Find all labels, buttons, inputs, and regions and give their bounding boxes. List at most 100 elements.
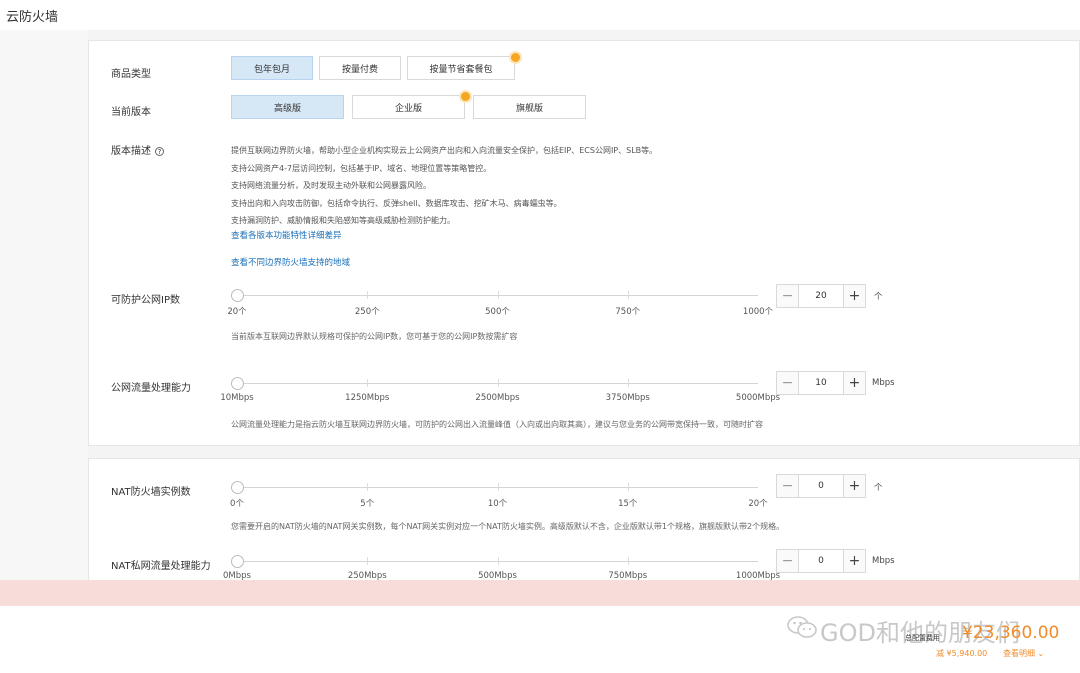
stepper-value[interactable]: 0 — [799, 475, 843, 497]
description-line: 提供互联网边界防火墙，帮助小型企业机构实现云上公网资产出向和入向流量安全保护，包… — [231, 146, 658, 155]
slider-tick-label: 10Mbps — [220, 393, 254, 403]
link-feature-comparison[interactable]: 查看各版本功能特性详细差异 — [231, 229, 342, 241]
description-line: 支持漏洞防护、威胁情报和失陷感知等高级威胁检测防护能力。 — [231, 216, 455, 226]
slider-tick — [627, 557, 629, 565]
slider-tick — [497, 483, 499, 491]
wechat-icon — [787, 616, 817, 638]
public-bandwidth-label: 公网流量处理能力 — [111, 383, 191, 394]
unit-label: 个 — [874, 292, 883, 302]
promo-badge-icon — [509, 51, 522, 64]
slider-tick-label: 750个 — [615, 307, 641, 317]
public-ip-label: 可防护公网IP数 — [111, 295, 180, 306]
discount-amount: 减 ¥5,940.00 — [936, 649, 988, 658]
increment-button[interactable]: + — [843, 475, 865, 497]
slider-tick — [367, 379, 369, 387]
decrement-button[interactable]: − — [777, 475, 799, 497]
nat-instances-label: NAT防火墙实例数 — [111, 487, 191, 498]
decrement-button[interactable]: − — [777, 372, 799, 394]
config-card-basic: 商品类型 包年包月 按量付费 按量节省套餐包 当前版本 高级版 企业版 旗舰版 … — [88, 40, 1080, 446]
total-price-label: 总配置费用 — [905, 634, 940, 642]
option-label: 企业版 — [394, 103, 422, 114]
slider-handle[interactable] — [231, 555, 244, 568]
total-price: ¥23,360.00 — [962, 623, 1060, 643]
public-bandwidth-stepper[interactable]: − 10 + — [776, 371, 866, 395]
unit-label: Mbps — [872, 556, 895, 566]
public-bandwidth-note: 公网流量处理能力是指云防火墙互联网边界防火墙，可防护的公网出入流量峰值（入向或出… — [231, 420, 763, 429]
slider-tick-label: 0个 — [230, 499, 244, 509]
option-label: 按量付费 — [341, 64, 378, 75]
edition-description: 提供互联网边界防火墙，帮助小型企业机构实现云上公网资产出向和入向流量安全保护，包… — [231, 142, 931, 230]
slider-tick — [497, 291, 499, 299]
description-line: 支持出向和入向攻击防御，包括命令执行、反弹shell、数据库攻击、挖矿木马、病毒… — [231, 198, 562, 208]
public-bandwidth-slider[interactable]: 10Mbps 1250Mbps 2500Mbps 3750Mbps 5000Mbps — [220, 377, 780, 417]
option-enterprise-edition[interactable]: 企业版 — [352, 90, 472, 119]
stepper-value[interactable]: 0 — [799, 550, 843, 572]
slider-tick-label: 15个 — [618, 499, 638, 509]
slider-handle[interactable] — [231, 377, 244, 390]
slider-tick — [627, 291, 629, 299]
slider-tick — [367, 557, 369, 565]
edition-label: 当前版本 — [111, 107, 151, 118]
unit-label: 个 — [874, 483, 883, 493]
stepper-value[interactable]: 10 — [799, 372, 843, 394]
slider-tick-label: 1250Mbps — [345, 393, 390, 403]
option-label: 按量节省套餐包 — [429, 64, 493, 75]
nat-instances-slider[interactable]: 0个 5个 10个 15个 20个 — [230, 481, 768, 521]
slider-handle[interactable] — [231, 289, 244, 302]
option-pay-as-you-go[interactable]: 按量付费 — [319, 56, 401, 80]
view-details-link[interactable]: 查看明细 ⌄ — [1003, 648, 1044, 659]
slider-handle[interactable] — [231, 481, 244, 494]
slider-tick — [367, 483, 369, 491]
option-subscription[interactable]: 包年包月 — [231, 56, 313, 80]
slider-tick-label: 5个 — [360, 499, 375, 509]
decrement-button[interactable]: − — [777, 285, 799, 307]
slider-tick — [497, 557, 499, 565]
option-label: 高级版 — [273, 103, 301, 114]
slider-tick-label: 10个 — [487, 499, 508, 509]
slider-tick-label: 20个 — [227, 307, 247, 317]
slider-tick-label: 2500Mbps — [475, 393, 520, 403]
slider-tick-label: 3750Mbps — [605, 393, 650, 403]
slider-tick — [367, 291, 369, 299]
slider-tick — [627, 379, 629, 387]
public-ip-slider[interactable]: 20个 250个 500个 750个 1000个 — [227, 289, 773, 329]
increment-button[interactable]: + — [843, 372, 865, 394]
description-label: 版本描述? — [111, 142, 164, 157]
slider-tick-label: 250个 — [354, 307, 380, 317]
slider-tick — [627, 483, 629, 491]
increment-button[interactable]: + — [843, 550, 865, 572]
product-type-label: 商品类型 — [111, 69, 151, 80]
option-label: 包年包月 — [253, 64, 290, 75]
top-bar: 云防火墙 — [0, 0, 1080, 30]
option-advanced-edition[interactable]: 高级版 — [231, 95, 344, 119]
notice-bar — [0, 580, 1080, 606]
nat-instances-stepper[interactable]: − 0 + — [776, 474, 866, 498]
decrement-button[interactable]: − — [777, 550, 799, 572]
description-label-text: 版本描述 — [111, 146, 151, 157]
option-label: 旗舰版 — [515, 103, 543, 114]
public-ip-note: 当前版本互联网边界默认规格可保护的公网IP数，您可基于您的公网IP数按需扩容 — [231, 332, 518, 341]
nat-bandwidth-stepper[interactable]: − 0 + — [776, 549, 866, 573]
unit-label: Mbps — [872, 378, 895, 388]
view-details-text: 查看明细 — [1003, 649, 1035, 658]
promo-badge-icon — [459, 90, 472, 103]
config-card-nat: NAT防火墙实例数 0个 5个 10个 15个 20个 − 0 + 个 您需要开启的NA… — [88, 458, 1080, 582]
left-gutter — [0, 30, 88, 580]
page-title: 云防火墙 — [6, 10, 59, 25]
link-supported-regions[interactable]: 查看不同边界防火墙支持的地域 — [231, 256, 350, 268]
public-ip-stepper[interactable]: − 20 + — [776, 284, 866, 308]
description-line: 支持公网资产4-7层访问控制，包括基于IP、域名、地理位置等策略管控。 — [231, 163, 492, 173]
help-icon[interactable]: ? — [155, 146, 164, 156]
stepper-value[interactable]: 20 — [799, 285, 843, 307]
slider-tick-label: 20个 — [748, 499, 768, 509]
option-flagship-edition[interactable]: 旗舰版 — [473, 95, 586, 119]
nat-bandwidth-label: NAT私网流量处理能力 — [111, 561, 211, 572]
slider-tick-label: 500个 — [485, 307, 510, 317]
slider-tick-label: 5000Mbps — [735, 393, 781, 403]
increment-button[interactable]: + — [843, 285, 865, 307]
option-savings-plan[interactable]: 按量节省套餐包 — [407, 51, 522, 80]
description-line: 支持网络流量分析，及时发现主动外联和公网暴露风险。 — [231, 181, 431, 191]
chevron-down-icon: ⌄ — [1037, 649, 1045, 658]
slider-tick — [497, 379, 499, 387]
slider-tick-label: 1000个 — [742, 307, 774, 317]
